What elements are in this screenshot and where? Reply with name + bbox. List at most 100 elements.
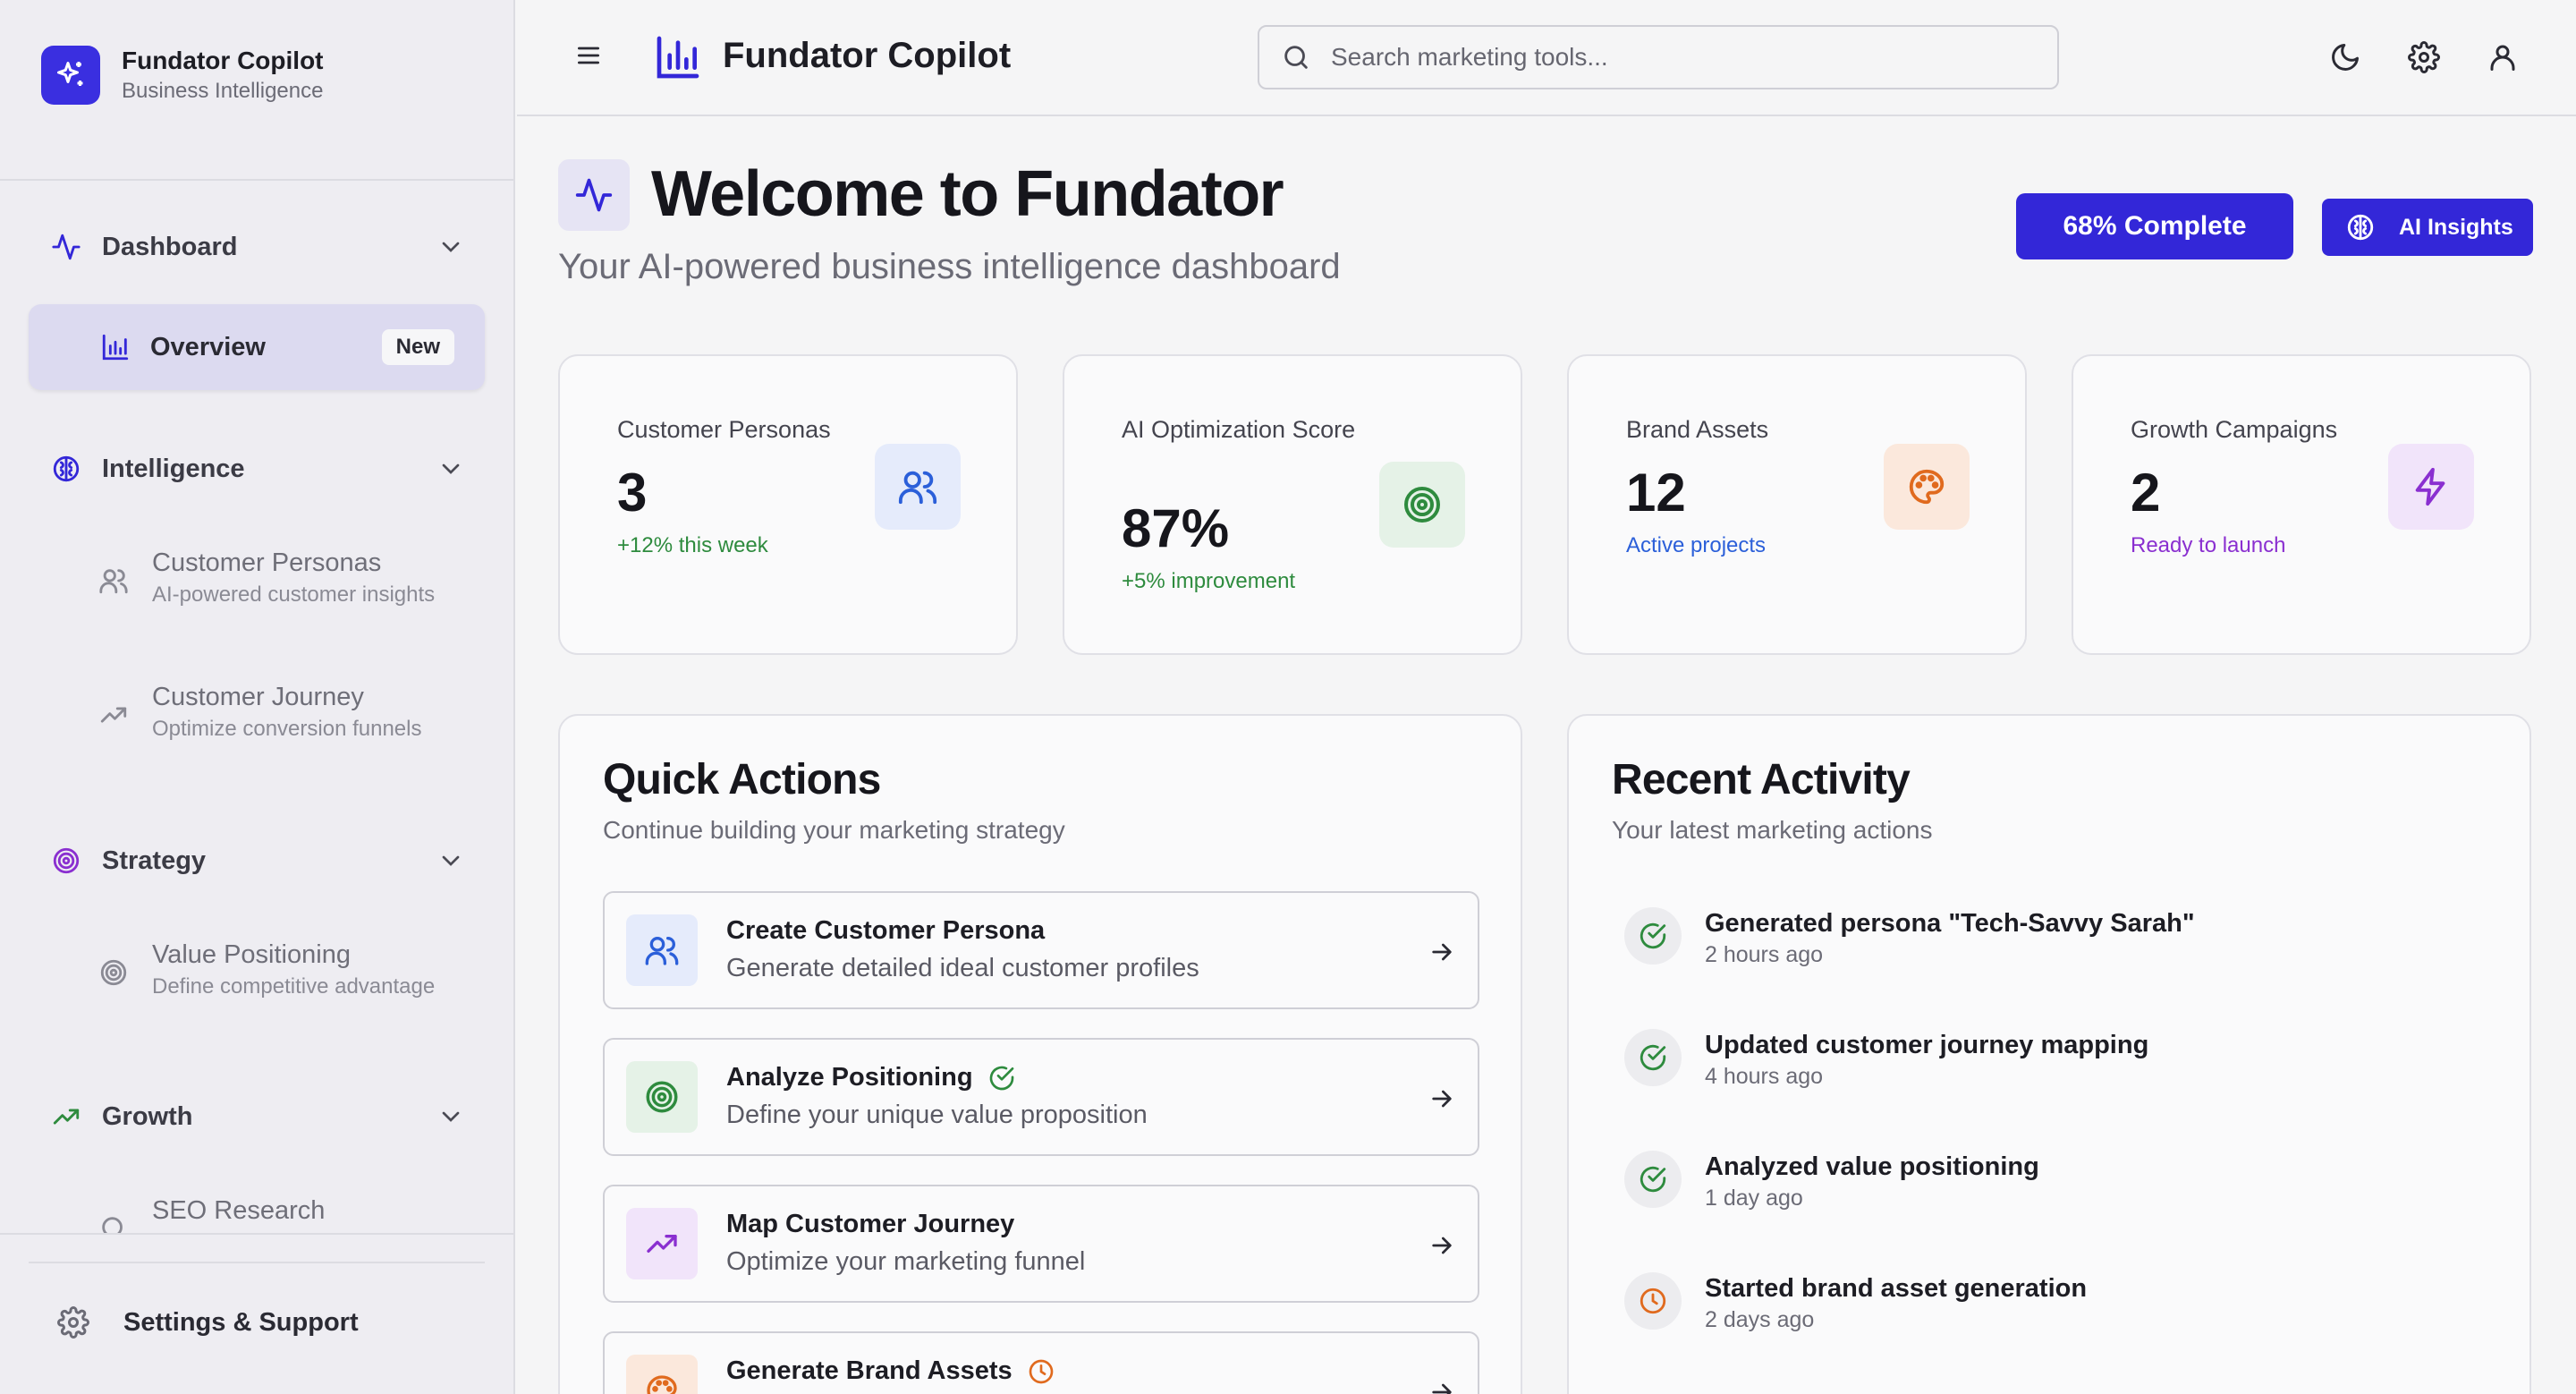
stat-label: AI Optimization Score: [1122, 416, 1356, 443]
arrow-right-icon: [1432, 943, 1452, 961]
quick-actions-panel: Quick Actions Continue building your mar…: [558, 714, 1522, 1394]
quick-action-title-text: Analyze Positioning: [726, 1063, 973, 1092]
sidebar-group-growth[interactable]: Growth: [50, 1092, 465, 1142]
bar-chart-icon: [102, 334, 129, 361]
sidebar-group-label: Intelligence: [102, 454, 245, 483]
zap-icon: [2388, 444, 2474, 530]
palette-icon: [626, 1355, 698, 1394]
quick-action-generate-brand-assets[interactable]: Generate Brand Assets: [603, 1331, 1479, 1394]
panel-subtitle: Your latest marketing actions: [1612, 816, 1933, 844]
sidebar-group-dashboard[interactable]: Dashboard: [50, 222, 465, 272]
moon-icon[interactable]: [2329, 41, 2361, 73]
stat-value: 2: [2131, 463, 2161, 523]
activity-item: Analyzed value positioning 1 day ago: [1624, 1151, 2039, 1213]
top-bar: Fundator Copilot: [517, 0, 2576, 116]
stat-value: 12: [1626, 463, 1686, 523]
stat-note: +5% improvement: [1122, 569, 1296, 593]
new-badge: New: [381, 329, 454, 365]
menu-icon[interactable]: [574, 41, 603, 70]
activity-item: Started brand asset generation 2 days ag…: [1624, 1272, 2087, 1335]
sidebar-item-customer-personas[interactable]: Customer Personas AI-powered customer in…: [98, 546, 492, 610]
activity-title: Updated customer journey mapping: [1705, 1031, 2149, 1059]
quick-action-title: Map Customer Journey: [726, 1210, 1014, 1239]
quick-action-title: Create Customer Persona: [726, 916, 1045, 946]
stat-card-customer-personas[interactable]: Customer Personas 3 +12% this week: [558, 354, 1018, 655]
stat-card-growth-campaigns[interactable]: Growth Campaigns 2 Ready to launch: [2072, 354, 2531, 655]
search-bar[interactable]: [1258, 25, 2059, 89]
quick-action-title: Analyze Positioning: [726, 1063, 1016, 1092]
quick-action-desc: Define your unique value proposition: [726, 1101, 1148, 1129]
sidebar-group-label: Strategy: [102, 846, 207, 875]
chevron-down-icon: [442, 463, 460, 474]
gear-icon[interactable]: [2408, 41, 2440, 73]
divider: [0, 179, 513, 181]
trending-up-icon: [100, 707, 127, 723]
user-icon[interactable]: [2487, 41, 2519, 73]
chevron-down-icon: [442, 855, 460, 866]
quick-action-title-text: Generate Brand Assets: [726, 1356, 1013, 1385]
check-circle-icon: [989, 1066, 1013, 1090]
clock-icon: [1624, 1272, 1682, 1330]
sidebar-group-strategy[interactable]: Strategy: [50, 836, 465, 886]
divider: [29, 1262, 485, 1263]
users-icon: [99, 569, 128, 594]
activity-time: 1 day ago: [1705, 1186, 1803, 1211]
check-circle-icon: [1624, 1029, 1682, 1086]
sidebar-item-desc: AI-powered customer insights: [152, 582, 436, 607]
arrow-right-icon: [1432, 1237, 1452, 1254]
users-icon: [626, 914, 698, 986]
stat-label: Customer Personas: [617, 416, 831, 443]
brain-icon: [50, 453, 82, 485]
users-icon: [875, 444, 961, 530]
stat-note: Active projects: [1626, 533, 1767, 557]
sidebar-group-label: Growth: [102, 1101, 193, 1131]
quick-action-title-text: Create Customer Persona: [726, 916, 1046, 945]
palette-icon: [1884, 444, 1970, 530]
brain-icon: [2347, 214, 2374, 241]
quick-action-title-text: Map Customer Journey: [726, 1210, 1015, 1238]
sidebar-item-value-positioning[interactable]: Value Positioning Define competitive adv…: [98, 938, 492, 1002]
stat-card-ai-optimization[interactable]: AI Optimization Score 87% +5% improvemen…: [1063, 354, 1522, 655]
activity-title: Analyzed value positioning: [1705, 1152, 2039, 1181]
brand-title: Fundator Copilot: [122, 47, 324, 74]
activity-title: Started brand asset generation: [1705, 1274, 2088, 1303]
stat-note: Ready to launch: [2131, 533, 2286, 557]
panel-title: Quick Actions: [603, 756, 881, 803]
search-icon: [1284, 46, 1308, 69]
panel-title: Recent Activity: [1612, 756, 1911, 803]
quick-action-map-journey[interactable]: Map Customer Journey Optimize your marke…: [603, 1185, 1479, 1303]
brand[interactable]: Fundator Copilot Business Intelligence: [41, 45, 324, 106]
sidebar-item-title: Customer Personas: [152, 548, 382, 577]
target-icon: [1379, 462, 1465, 548]
page-subtitle: Your AI-powered business intelligence da…: [558, 247, 1341, 286]
clock-icon: [1029, 1359, 1054, 1383]
app-title: Fundator Copilot: [723, 36, 1012, 75]
quick-action-create-persona[interactable]: Create Customer Persona Generate detaile…: [603, 891, 1479, 1009]
page-title: Welcome to Fundator: [651, 158, 1284, 230]
trending-up-icon: [50, 1101, 82, 1133]
sidebar-item-overview[interactable]: Overview New: [29, 304, 485, 390]
sidebar-group-label: Dashboard: [102, 232, 238, 261]
ai-insights-button[interactable]: AI Insights: [2322, 199, 2533, 256]
settings-support-button[interactable]: Settings & Support: [57, 1306, 359, 1339]
quick-action-desc: Optimize your marketing funnel: [726, 1247, 1086, 1276]
brand-subtitle: Business Intelligence: [122, 79, 324, 103]
search-input[interactable]: [1331, 43, 2029, 72]
chevron-down-icon: [442, 1111, 460, 1122]
progress-complete-button[interactable]: 68% Complete: [2016, 193, 2293, 259]
panel-subtitle: Continue building your marketing strateg…: [603, 816, 1065, 844]
sidebar-item-customer-journey[interactable]: Customer Journey Optimize conversion fun…: [98, 680, 492, 744]
quick-action-analyze-positioning[interactable]: Analyze Positioning Define your unique v…: [603, 1038, 1479, 1156]
check-circle-icon: [1624, 1151, 1682, 1208]
gear-icon: [57, 1306, 89, 1339]
target-icon: [50, 845, 82, 877]
bar-chart-logo-icon: [657, 36, 699, 79]
recent-activity-panel: Recent Activity Your latest marketing ac…: [1567, 714, 2531, 1394]
stat-card-brand-assets[interactable]: Brand Assets 12 Active projects: [1567, 354, 2027, 655]
activity-item: Updated customer journey mapping 4 hours…: [1624, 1029, 2148, 1092]
quick-action-desc: Generate detailed ideal customer profile…: [726, 954, 1199, 982]
stat-label: Growth Campaigns: [2131, 416, 2338, 443]
settings-support-label: Settings & Support: [123, 1307, 359, 1337]
sidebar-group-intelligence[interactable]: Intelligence: [50, 444, 465, 494]
activity-time: 4 hours ago: [1705, 1064, 1824, 1089]
